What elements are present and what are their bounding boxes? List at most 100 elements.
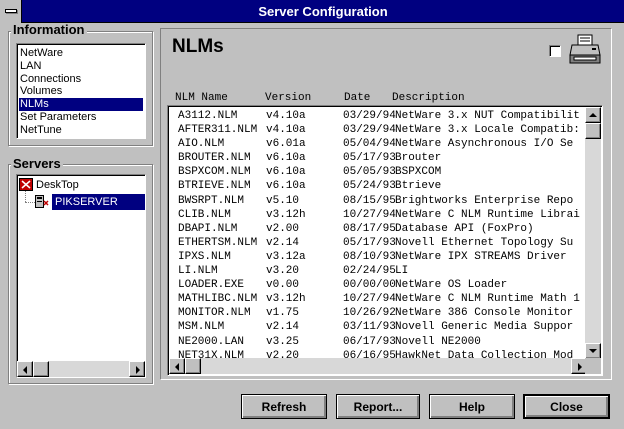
nlm-cell-name: AFTER311.NLM (178, 124, 258, 137)
print-checkbox[interactable] (549, 45, 561, 57)
servers-horizontal-scrollbar[interactable] (17, 361, 145, 377)
nlm-cell-name: AIO.NLM (178, 138, 225, 151)
information-item[interactable]: LAN (19, 60, 143, 73)
arrow-right-icon (136, 366, 140, 374)
nlm-row[interactable]: MSM.NLM v2.14 03/11/93 Novell Generic Media… (170, 320, 586, 334)
nlm-row[interactable]: ETHERTSM.NLM v2.14 05/17/93 Novell Ethernet… (170, 236, 586, 250)
nlm-cell-name: BWSRPT.NLM (178, 194, 245, 207)
nlm-rows: A3112.NLM v4.10a 03/29/94 NetWare 3.x NUT C… (170, 109, 586, 361)
arrow-right-icon (578, 363, 582, 371)
nlm-cell-version: v0.00 (266, 279, 300, 292)
column-header-name[interactable]: NLM Name (175, 92, 228, 105)
arrow-left-icon (23, 366, 27, 374)
nlm-cell-description: Brightworks Enterprise Repo (395, 194, 574, 207)
nlm-row[interactable]: IPXS.NLM v3.12a 08/10/93 NetWare IPX STREAM… (170, 250, 586, 264)
nlm-cell-name: CLIB.NLM (178, 208, 231, 221)
nlm-horizontal-scrollbar[interactable] (169, 358, 587, 374)
printer-icon[interactable] (568, 33, 602, 67)
nlm-row[interactable]: A3112.NLM v4.10a 03/29/94 NetWare 3.x NUT C… (170, 109, 586, 123)
nlm-row[interactable]: LOADER.EXE v0.00 00/00/00 NetWare OS Loader (170, 278, 586, 292)
server-configuration-window: Server Configuration Information NetWare… (0, 0, 624, 429)
scroll-right-button[interactable] (129, 361, 145, 377)
nlm-list[interactable]: A3112.NLM v4.10a 03/29/94 NetWare 3.x NUT C… (167, 105, 603, 376)
nlm-cell-description: NetWare OS Loader (395, 279, 508, 292)
information-item[interactable]: Set Parameters (19, 111, 143, 124)
information-list[interactable]: NetWare LAN Connections Volumes NLMs Set Para… (16, 43, 146, 139)
nlm-cell-version: v1.75 (266, 307, 300, 320)
information-group-label: Information (11, 22, 87, 37)
information-item[interactable]: NetWare (19, 47, 143, 60)
column-header-date[interactable]: Date (344, 92, 370, 105)
nlm-row[interactable]: BWSRPT.NLM v5.10 08/15/95 Brightworks Enter… (170, 194, 586, 208)
nlm-cell-description: NetWare C NLM Runtime Math 1 (395, 293, 580, 306)
nlm-cell-version: v4.10a (266, 124, 306, 137)
nlm-row[interactable]: LI.NLM v3.20 02/24/95 LI (170, 264, 586, 278)
nlm-cell-version: v6.10a (266, 180, 306, 193)
scroll-up-button[interactable] (585, 107, 601, 123)
nlm-row[interactable]: DBAPI.NLM v2.00 08/17/95 Database API (FoxP… (170, 222, 586, 236)
nlm-cell-name: MONITOR.NLM (178, 307, 251, 320)
tree-connector (25, 202, 35, 203)
nlm-cell-description: Novell NE2000 (395, 335, 481, 348)
scroll-thumb[interactable] (585, 123, 601, 139)
tree-item-desktop[interactable]: DeskTop (19, 177, 139, 193)
nlm-cell-date: 03/29/94 (343, 124, 396, 137)
nlm-cell-date: 05/04/94 (343, 138, 396, 151)
nlm-cell-version: v3.12h (266, 208, 306, 221)
nlm-row[interactable]: AIO.NLM v6.01a 05/04/94 NetWare Asynchronou… (170, 137, 586, 151)
nlm-cell-name: LOADER.EXE (178, 279, 245, 292)
column-header-version[interactable]: Version (265, 92, 311, 105)
nlm-cell-name: A3112.NLM (178, 110, 238, 122)
nlm-row[interactable]: CLIB.NLM v3.12h 10/27/94 NetWare C NLM Runt… (170, 208, 586, 222)
tree-item-desktop-label: DeskTop (36, 179, 79, 191)
scroll-left-button[interactable] (17, 361, 33, 377)
nlm-cell-name: LI.NLM (178, 265, 218, 278)
nlm-row[interactable]: AFTER311.NLM v4.10a 03/29/94 NetWare 3.x Lo… (170, 123, 586, 137)
nlm-cell-name: NE2000.LAN (178, 335, 245, 348)
scroll-left-button[interactable] (169, 358, 185, 374)
nlm-row[interactable]: BSPXCOM.NLM v6.10a 05/05/93 BSPXCOM (170, 165, 586, 179)
nlm-cell-date: 02/24/95 (343, 265, 396, 278)
nlm-cell-version: v3.12h (266, 293, 306, 306)
nlm-vertical-scrollbar[interactable] (585, 107, 601, 359)
title-bar[interactable]: Server Configuration (0, 0, 624, 23)
nlm-cell-name: MSM.NLM (178, 321, 225, 334)
system-menu-button[interactable] (0, 0, 22, 23)
servers-tree[interactable]: DeskTop PIKSERVER (16, 174, 146, 378)
scroll-thumb[interactable] (33, 361, 49, 377)
nlm-cell-date: 05/17/93 (343, 152, 396, 165)
nlm-cell-description: NetWare IPX STREAMS Driver (395, 250, 567, 263)
nlm-cell-version: v6.10a (266, 152, 306, 165)
nlm-row[interactable]: BTRIEVE.NLM v6.10a 05/24/93 Btrieve (170, 179, 586, 193)
nlm-cell-name: MATHLIBC.NLM (178, 293, 258, 306)
nlm-cell-description: NetWare Asynchronous I/O Se (395, 138, 574, 151)
column-header-description[interactable]: Description (392, 92, 465, 105)
information-item[interactable]: NetTune (19, 124, 143, 137)
nlm-cell-version: v3.20 (266, 265, 300, 278)
information-item[interactable]: Volumes (19, 85, 143, 98)
tree-item-pikserver[interactable]: PIKSERVER (35, 194, 145, 210)
nlm-cell-description: NetWare 3.x Locale Compatib: (395, 124, 580, 137)
nlm-cell-date: 03/29/94 (343, 110, 396, 122)
nlm-row[interactable]: BROUTER.NLM v6.10a 05/17/93 Brouter (170, 151, 586, 165)
nlm-cell-version: v3.25 (266, 335, 300, 348)
nlm-cell-description: Btrieve (395, 180, 442, 193)
close-button[interactable]: Close (523, 394, 610, 419)
desktop-icon (19, 178, 33, 191)
scroll-thumb[interactable] (185, 358, 201, 374)
refresh-button[interactable]: Refresh (241, 394, 327, 419)
nlm-row[interactable]: MONITOR.NLM v1.75 10/26/92 NetWare 386 Cons… (170, 306, 586, 320)
nlm-cell-version: v3.12a (266, 250, 306, 263)
nlm-cell-version: v6.01a (266, 138, 306, 151)
information-item[interactable]: Connections (19, 73, 143, 86)
information-item[interactable]: NLMs (19, 98, 143, 111)
arrow-up-icon (589, 113, 597, 117)
nlm-row[interactable]: MATHLIBC.NLM v3.12h 10/27/94 NetWare C NLM … (170, 292, 586, 306)
report-button[interactable]: Report... (336, 394, 420, 419)
nlm-cell-date: 10/27/94 (343, 293, 396, 306)
help-button[interactable]: Help (429, 394, 515, 419)
nlm-cell-date: 10/27/94 (343, 208, 396, 221)
nlm-cell-name: ETHERTSM.NLM (178, 236, 258, 249)
scroll-down-button[interactable] (585, 343, 601, 359)
nlm-row[interactable]: NE2000.LAN v3.25 06/17/93 Novell NE2000 (170, 335, 586, 349)
